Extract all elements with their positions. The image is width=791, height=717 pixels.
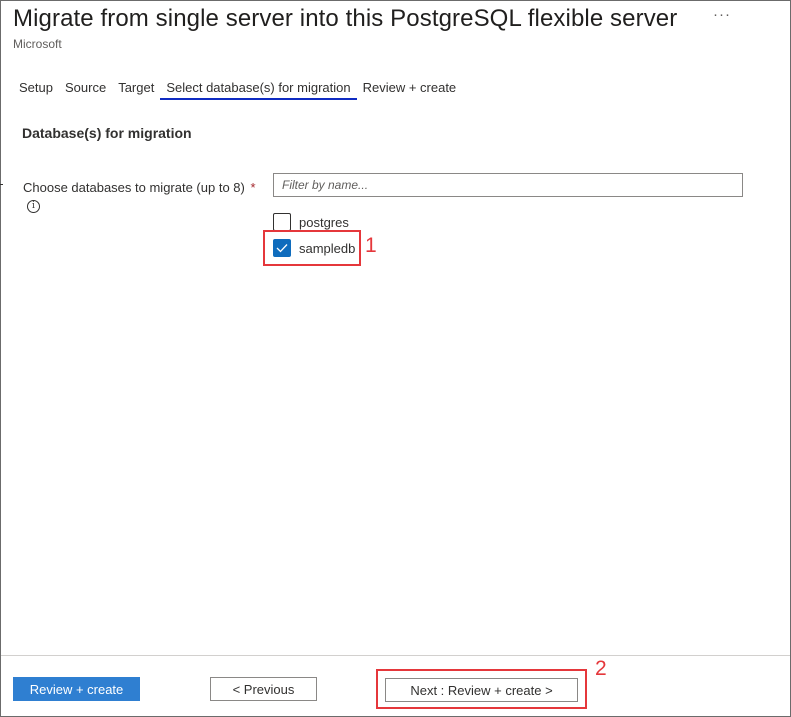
annotation-number-2: 2 xyxy=(595,657,607,680)
page-title: Migrate from single server into this Pos… xyxy=(13,5,678,32)
checkmark-icon xyxy=(276,244,288,253)
tab-target[interactable]: Target xyxy=(118,80,154,100)
tab-review-create[interactable]: Review + create xyxy=(363,80,457,100)
window-frame xyxy=(0,0,791,717)
database-label: postgres xyxy=(299,214,349,230)
database-item-postgres[interactable]: postgres xyxy=(273,213,349,231)
filter-by-name-input[interactable] xyxy=(273,173,743,197)
checkbox[interactable] xyxy=(273,213,291,231)
section-title: Database(s) for migration xyxy=(22,125,192,141)
footer-divider xyxy=(1,655,790,656)
checkbox-checked[interactable] xyxy=(273,239,291,257)
required-asterisk: * xyxy=(250,180,256,195)
tab-setup[interactable]: Setup xyxy=(19,80,53,100)
database-label: sampledb xyxy=(299,240,356,256)
more-options-button[interactable]: ··· xyxy=(713,6,731,23)
databases-field-label: Choose databases to migrate (up to 8) * xyxy=(23,180,256,195)
previous-button[interactable]: < Previous xyxy=(210,677,317,701)
wizard-tabs: Setup Source Target Select database(s) f… xyxy=(19,80,468,100)
tab-select-databases[interactable]: Select database(s) for migration xyxy=(160,80,357,100)
next-review-create-button[interactable]: Next : Review + create > xyxy=(385,678,578,702)
info-icon[interactable]: i xyxy=(27,200,40,213)
annotation-number-1: 1 xyxy=(365,234,377,257)
databases-field-label-text: Choose databases to migrate (up to 8) xyxy=(23,180,245,195)
publisher-label: Microsoft xyxy=(13,37,62,51)
database-item-sampledb[interactable]: sampledb xyxy=(273,239,355,257)
tab-source[interactable]: Source xyxy=(65,80,106,100)
review-create-button[interactable]: Review + create xyxy=(13,677,140,701)
field-marker xyxy=(0,184,3,185)
